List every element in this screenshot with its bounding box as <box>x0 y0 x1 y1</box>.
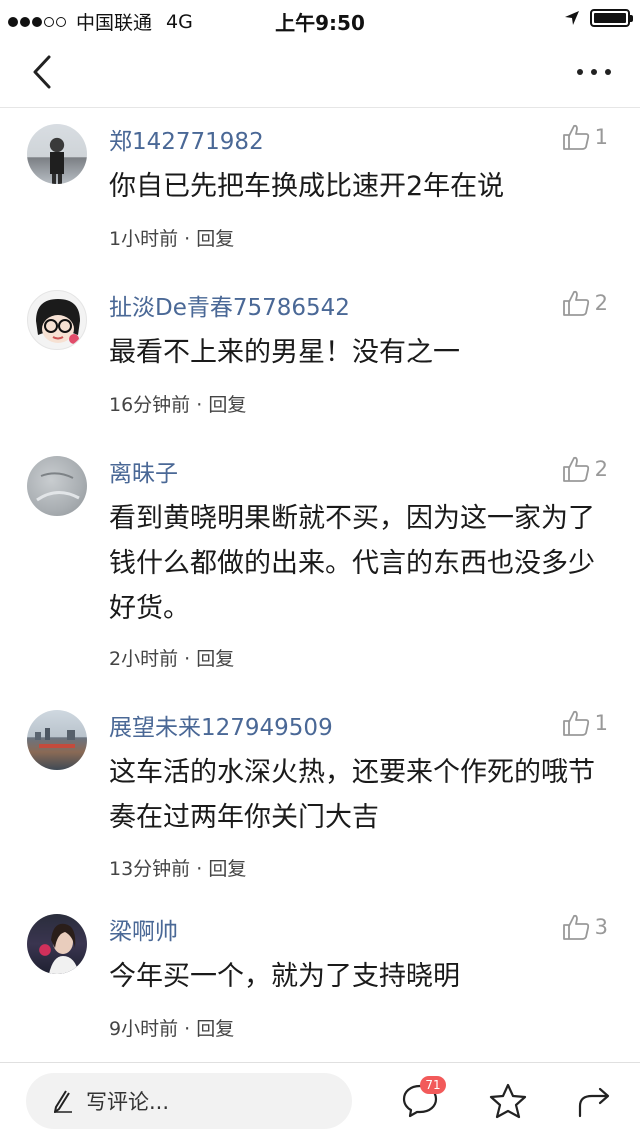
like-count: 3 <box>594 915 608 939</box>
like-button[interactable]: 2 <box>561 288 608 318</box>
thumbs-up-icon <box>562 710 589 736</box>
comment-time: 1小时前 <box>109 228 179 250</box>
star-icon <box>489 1083 527 1119</box>
share-icon <box>578 1087 610 1118</box>
nav-bar <box>0 38 640 108</box>
comment-text: 这车活的水深火热，还要来个作死的哦节奏在过两年你关门大吉 <box>109 757 595 833</box>
avatar[interactable] <box>27 290 87 350</box>
like-count: 1 <box>594 125 608 149</box>
avatar[interactable] <box>27 710 87 770</box>
comment-meta: 9小时前 · 回复 <box>109 1014 234 1041</box>
back-button[interactable] <box>22 52 62 92</box>
status-right <box>564 9 633 27</box>
meta-separator: · <box>184 1018 197 1040</box>
favorite-button[interactable] <box>486 1079 530 1123</box>
meta-separator: · <box>196 858 209 880</box>
comment-meta: 1小时前 · 回复 <box>109 224 234 251</box>
like-count: 2 <box>594 291 608 315</box>
comment-username[interactable]: 离昧子 <box>109 454 178 488</box>
avatar-figure-icon <box>50 152 64 184</box>
location-arrow-icon <box>565 11 579 25</box>
thumbs-up-icon <box>562 456 589 482</box>
pencil-icon <box>54 1090 72 1113</box>
like-button[interactable]: 2 <box>561 454 608 484</box>
write-comment-input[interactable]: 写评论... <box>26 1073 352 1129</box>
thumbs-up-icon <box>562 914 589 940</box>
share-button[interactable] <box>572 1079 616 1123</box>
comment-text: 最看不上来的男星！没有之一 <box>109 337 460 368</box>
reply-link[interactable]: 回复 <box>208 858 246 880</box>
avatar-scenery-icon <box>36 472 80 502</box>
meta-separator: · <box>196 394 209 416</box>
comment-text: 你自已先把车换成比速开2年在说 <box>109 171 505 202</box>
like-button[interactable]: 1 <box>561 708 608 738</box>
reply-link[interactable]: 回复 <box>196 648 234 670</box>
comment-username[interactable]: 展望未来127949509 <box>109 708 333 742</box>
reply-link[interactable]: 回复 <box>208 394 246 416</box>
reply-link[interactable]: 回复 <box>196 1018 234 1040</box>
more-button[interactable] <box>574 52 614 92</box>
comment-username[interactable]: 梁啊帅 <box>109 912 178 946</box>
comment-meta: 2小时前 · 回复 <box>109 644 234 671</box>
like-count: 1 <box>594 711 608 735</box>
comment-time: 16分钟前 <box>109 394 191 416</box>
meta-separator: · <box>184 228 197 250</box>
comment-time: 9小时前 <box>109 1018 179 1040</box>
thumbs-up-icon <box>562 290 589 316</box>
avatar-city-icon <box>35 728 75 748</box>
avatar[interactable] <box>27 914 87 974</box>
meta-separator: · <box>184 648 197 670</box>
comment-meta: 13分钟前 · 回复 <box>109 854 246 881</box>
chevron-left-icon <box>33 55 51 89</box>
comment-time: 2小时前 <box>109 648 179 670</box>
comment-username[interactable]: 郑142771982 <box>109 122 264 156</box>
comment-meta: 16分钟前 · 回复 <box>109 390 246 417</box>
comment-text: 看到黄晓明果断就不买，因为这一家为了钱什么都做的出来。代言的东西也没多少好货。 <box>109 503 595 624</box>
like-button[interactable]: 3 <box>561 912 608 942</box>
more-horizontal-icon <box>577 69 611 75</box>
comment-text: 今年买一个，就为了支持晓明 <box>109 961 460 992</box>
status-time: 上午9:50 <box>275 11 365 35</box>
reply-link[interactable]: 回复 <box>196 228 234 250</box>
avatar-cartoon-icon <box>36 299 80 344</box>
write-comment-placeholder: 写评论... <box>86 1090 170 1114</box>
avatar[interactable] <box>27 456 87 516</box>
battery-icon <box>590 9 633 27</box>
comment-username[interactable]: 扯淡De青春75786542 <box>109 288 350 322</box>
avatar[interactable] <box>27 124 87 184</box>
comment-count-badge: 71 <box>420 1076 446 1094</box>
like-count: 2 <box>594 457 608 481</box>
comment-time: 13分钟前 <box>109 858 191 880</box>
avatar-portrait-icon <box>49 923 79 974</box>
status-bar: 中国联通 4G 上午9:50 <box>0 0 640 38</box>
bottom-toolbar: 写评论... <box>0 1062 640 1138</box>
like-button[interactable]: 1 <box>561 122 608 152</box>
thumbs-up-icon <box>562 124 589 150</box>
